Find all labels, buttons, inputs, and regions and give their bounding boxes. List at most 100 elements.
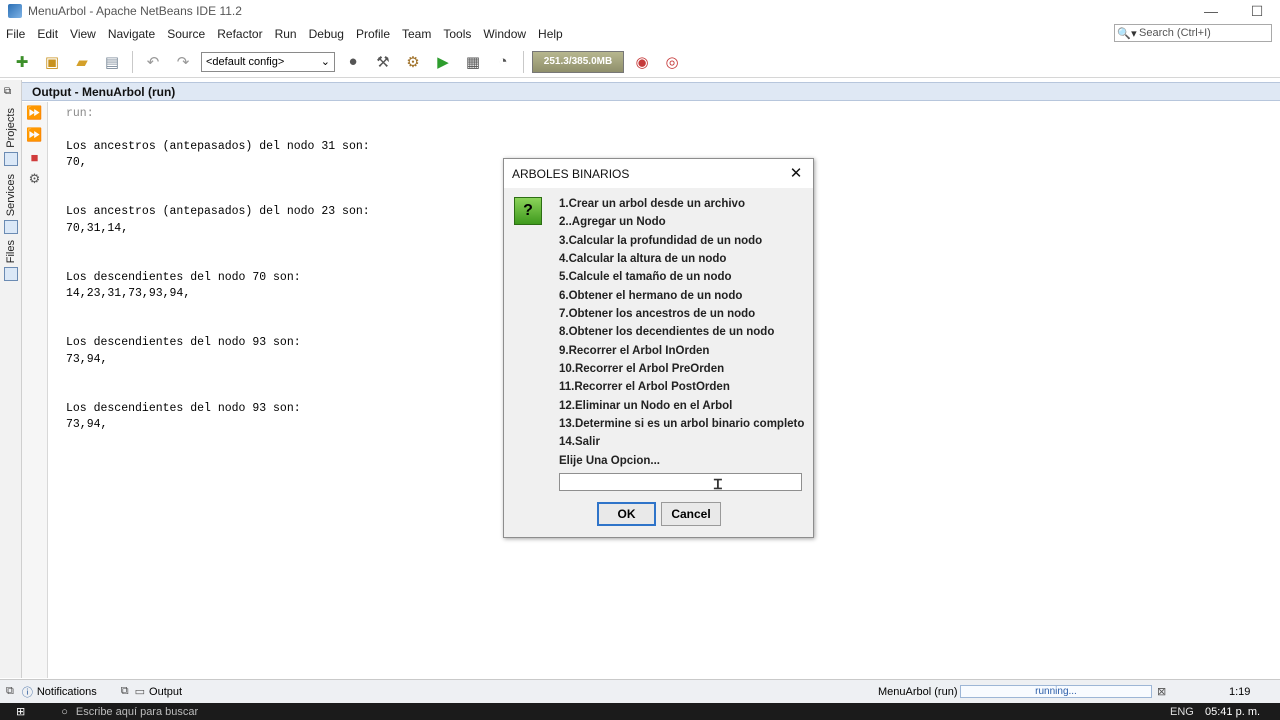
tab-files[interactable]: Files	[0, 240, 22, 282]
redo-button[interactable]: ↷	[171, 50, 195, 74]
windows-start-icon[interactable]: ⊞	[16, 705, 25, 718]
taskbar: ⊞ ○ Escribe aquí para buscar ENG 05:41 p…	[0, 703, 1280, 720]
search-input[interactable]: Search (Ctrl+I)	[1139, 27, 1211, 39]
main-toolbar: ✚ ▣ ▰ ▤ ↶ ↷ <default config> ⌄ ● ⚒ ⚙ ▶ ▦…	[0, 46, 1280, 78]
gc-button[interactable]: ◉	[630, 50, 654, 74]
menu-item-window[interactable]: Window	[477, 27, 532, 41]
text-cursor-icon: Ɪ	[714, 476, 722, 492]
redo-icon: ↷	[176, 53, 190, 71]
new-project-button[interactable]: ▣	[40, 50, 64, 74]
output-icon: ▭	[134, 686, 146, 698]
minimize-icon: —	[1204, 3, 1218, 19]
menu-item-navigate[interactable]: Navigate	[102, 27, 161, 41]
maximize-button[interactable]: ☐	[1234, 0, 1280, 22]
notifications-tab[interactable]: Notifications	[37, 686, 97, 698]
toolbar-separator	[132, 50, 133, 73]
open-project-button[interactable]: ▰	[70, 50, 94, 74]
rerun-button[interactable]: ⏩	[26, 104, 44, 122]
search-box[interactable]: 🔍▾ Search (Ctrl+I)	[1114, 24, 1272, 42]
save-all-button[interactable]: ▤	[100, 50, 124, 74]
tab-projects[interactable]: Projects	[0, 108, 22, 166]
cancel-task-icon[interactable]: ⊠	[1157, 685, 1166, 698]
chevron-down-icon: ⌄	[320, 56, 330, 68]
window-title: MenuArbol - Apache NetBeans IDE 11.2	[28, 4, 242, 18]
config-select[interactable]: <default config> ⌄	[201, 51, 335, 72]
menu-option: 4.Calcular la altura de un nodo	[559, 253, 727, 266]
console-line: run:	[66, 107, 94, 120]
profiler-button[interactable]: ◎	[660, 50, 684, 74]
taskbar-search[interactable]: Escribe aquí para buscar	[76, 706, 198, 718]
run-button[interactable]: ▶	[431, 50, 455, 74]
services-icon	[4, 220, 18, 235]
dialog-close-button[interactable]: ✕	[787, 164, 805, 182]
new-file-button[interactable]: ✚	[10, 50, 34, 74]
dialog-titlebar: ARBOLES BINARIOS ✕	[504, 159, 813, 188]
menu-option: 3.Calcular la profundidad de un nodo	[559, 234, 763, 247]
clean-build-icon: ⚙	[406, 53, 420, 71]
info-icon: ⓘ	[21, 686, 33, 699]
running-project: MenuArbol (run)	[878, 685, 958, 698]
undo-button[interactable]: ↶	[141, 50, 165, 74]
gear-icon: ⚙	[28, 171, 41, 186]
restore-icon[interactable]: ⧉	[121, 685, 129, 698]
stop-button[interactable]: ■	[26, 148, 44, 166]
hammer-icon: ⚒	[376, 53, 390, 71]
search-icon: 🔍▾	[1117, 27, 1137, 40]
progress-bar[interactable]: running...	[960, 685, 1152, 698]
memory-indicator[interactable]: 251.3/385.0MB	[532, 50, 624, 73]
output-tab[interactable]: Output	[149, 686, 182, 698]
menu-options: 1.Crear un arbol desde un archivo 2..Agre…	[559, 198, 804, 473]
menu-item-file[interactable]: File	[0, 27, 31, 41]
rerun-params-button[interactable]: ⏩	[26, 126, 44, 144]
undo-icon: ↶	[146, 53, 160, 71]
menu-item-tools[interactable]: Tools	[437, 27, 477, 41]
menu-item-edit[interactable]: Edit	[31, 27, 64, 41]
tab-projects-label: Projects	[5, 108, 17, 148]
config-value: <default config>	[206, 55, 285, 68]
menu-option: 5.Calcule el tamaño de un nodo	[559, 271, 732, 284]
menu-item-help[interactable]: Help	[532, 27, 569, 41]
menu-item-view[interactable]: View	[64, 27, 102, 41]
menu-item-source[interactable]: Source	[161, 27, 211, 41]
tab-services-label: Services	[5, 174, 17, 217]
status-bar: ⧉ ⓘ Notifications ⧉ ▭ Output MenuArbol (…	[0, 679, 1280, 703]
menu-option: 11.Recorrer el Arbol PostOrden	[559, 381, 730, 394]
toolbar-separator	[523, 50, 524, 73]
memory-value: 251.3/385.0MB	[543, 56, 613, 67]
cancel-button[interactable]: Cancel	[661, 502, 721, 526]
new-project-icon: ▣	[44, 53, 60, 71]
restore-window-icon[interactable]: ⧉	[4, 86, 16, 98]
files-icon	[4, 267, 18, 282]
ok-button[interactable]: OK	[597, 502, 656, 526]
language-indicator[interactable]: ENG	[1170, 706, 1194, 718]
output-title: Output - MenuArbol (run)	[32, 84, 176, 99]
restore-icon[interactable]: ⧉	[6, 685, 14, 698]
profile-button[interactable]: ◔	[491, 50, 515, 74]
menu-option: 6.Obtener el hermano de un nodo	[559, 289, 743, 302]
menu-bar: File Edit View Navigate Source Refactor Run Deb…	[0, 22, 1280, 46]
menu-item-run[interactable]: Run	[269, 27, 303, 41]
option-input[interactable]	[559, 473, 802, 491]
prompt-label: Elije Una Opcion...	[559, 454, 660, 467]
netbeans-logo-icon	[8, 4, 22, 18]
menu-item-debug[interactable]: Debug	[303, 27, 350, 41]
build-button[interactable]: ⚒	[371, 50, 395, 74]
settings-button[interactable]: ⚙	[26, 170, 44, 188]
menu-option: 2..Agregar un Nodo	[559, 216, 666, 229]
clock[interactable]: 05:41 p. m.	[1205, 706, 1260, 718]
dialog-title: ARBOLES BINARIOS	[512, 166, 630, 181]
browser-button[interactable]: ●	[341, 50, 365, 74]
menu-option: 10.Recorrer el Arbol PreOrden	[559, 363, 725, 376]
debug-button[interactable]: ▦	[461, 50, 485, 74]
menu-item-refactor[interactable]: Refactor	[211, 27, 268, 41]
rerun-params-icon: ⏩	[26, 127, 43, 142]
tab-services[interactable]: Services	[0, 174, 22, 235]
menu-option: 7.Obtener los ancestros de un nodo	[559, 308, 756, 321]
minimize-button[interactable]: —	[1188, 0, 1234, 22]
clean-build-button[interactable]: ⚙	[401, 50, 425, 74]
save-icon: ▤	[104, 53, 120, 71]
menu-option: 14.Salir	[559, 436, 600, 449]
menu-item-team[interactable]: Team	[396, 27, 437, 41]
menu-item-profile[interactable]: Profile	[350, 27, 396, 41]
